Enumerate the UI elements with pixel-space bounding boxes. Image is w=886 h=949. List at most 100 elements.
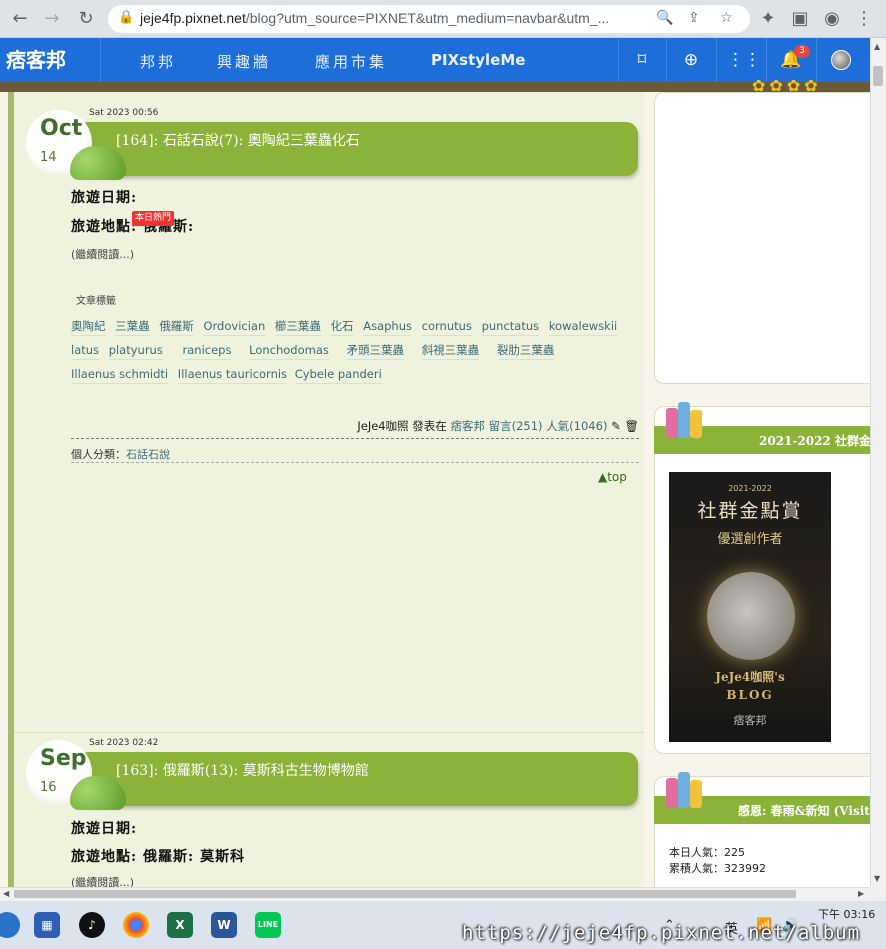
tag-link[interactable]: cornutus <box>421 318 472 336</box>
category-link[interactable]: 石話石說 <box>126 448 170 461</box>
tag-link[interactable]: 矛頭三葉蟲 <box>346 342 405 360</box>
url-text[interactable]: jeje4fp.pixnet.net/blog?utm_source=PIXNE… <box>140 10 609 26</box>
post-month: Sep <box>40 746 87 771</box>
date-badge: Oct 14 <box>26 110 126 186</box>
post-day: 16 <box>40 780 57 795</box>
vertical-scrollbar[interactable] <box>870 38 886 887</box>
excel-icon[interactable]: X <box>167 912 193 938</box>
tag-link[interactable]: platyurus <box>108 342 163 360</box>
tag-link[interactable]: punctatus <box>481 318 540 336</box>
tag-link[interactable]: Lonchodomas <box>249 342 329 360</box>
back-arrow-icon[interactable]: ← <box>8 7 32 31</box>
tag-link[interactable]: 三葉蟲 <box>115 318 150 336</box>
tags-heading: 文章標籤 <box>76 296 116 307</box>
nav-link-bangbang[interactable]: 邦邦 <box>140 51 176 72</box>
tag-link[interactable]: Illaenus tauricornis <box>177 366 288 384</box>
nav-link-app-market[interactable]: 應用市集 <box>315 51 387 72</box>
browser-toolbar: ← → ↻ 🔒 jeje4fp.pixnet.net/blog?utm_sour… <box>0 0 886 38</box>
post-month: Oct <box>40 116 83 141</box>
bottles-decoration-icon <box>664 398 704 444</box>
award-image[interactable]: 2021-2022 社群金點賞 優選創作者 JeJe4咖照's BLOG 痞客邦 <box>669 472 831 742</box>
word-icon[interactable]: W <box>211 912 237 938</box>
taskbar-clock[interactable]: 下午 03:16 <box>818 908 875 922</box>
award-blog-word: BLOG <box>726 688 774 702</box>
date-badge: Sep 16 <box>26 740 126 816</box>
tag-link[interactable]: 斜視三葉蟲 <box>421 342 480 360</box>
award-subtitle: 優選創作者 <box>717 532 783 547</box>
pixnet-navbar: 痞客邦 邦邦 興趣牆 應用市集 PIXstyleMe ⌑ ⊕ ⋮⋮ 🔔 <box>0 38 870 82</box>
award-title: 社群金點賞 <box>697 500 803 522</box>
nav-link-pixstyleme[interactable]: PIXstyleMe <box>431 51 525 69</box>
pixnet-logo[interactable]: 痞客邦 <box>6 47 74 73</box>
hot-today-badge[interactable]: 本日熱門 <box>132 211 175 226</box>
tag-link[interactable]: 裂肋三葉蟲 <box>496 342 555 360</box>
scroll-right-arrow-icon[interactable]: ▶ <box>858 889 864 898</box>
bush-decoration-icon <box>70 776 126 810</box>
tag-link[interactable]: 俄羅斯 <box>159 318 194 336</box>
comments-link[interactable]: 留言(251) <box>489 419 543 433</box>
trash-icon[interactable]: 🗑 <box>624 419 639 433</box>
apps-grid-icon[interactable]: ⋮⋮ <box>727 46 761 74</box>
tag-link[interactable]: Illaenus schmidti <box>71 366 169 384</box>
posted-at-label: 發表在 <box>412 419 447 433</box>
bookmark-icon[interactable]: ⌑ <box>628 46 656 74</box>
store-icon[interactable]: ▦ <box>34 912 60 938</box>
sidebar-widget-top <box>654 92 870 384</box>
explore-icon[interactable]: ⊕ <box>677 46 705 74</box>
read-more-link[interactable]: (繼續閱讀...) <box>71 874 134 887</box>
tag-link[interactable]: latus <box>71 342 100 360</box>
travel-date-label: 旅遊日期: <box>71 190 138 206</box>
forward-arrow-icon[interactable]: → <box>40 7 64 31</box>
tag-link[interactable]: Cybele panderi <box>294 366 382 384</box>
total-views: 累積人氣：323992 <box>669 862 766 875</box>
scroll-left-arrow-icon[interactable]: ◀ <box>3 889 9 898</box>
bookmark-star-icon[interactable]: ☆ <box>720 10 733 26</box>
share-icon[interactable]: ⇪ <box>688 10 700 26</box>
vertical-scroll-thumb[interactable] <box>873 66 883 86</box>
visitor-stats: 本日人氣：225 累積人氣：323992 <box>669 845 766 877</box>
post-title[interactable]: [164]: 石話石說(7): 奧陶紀三葉蟲化石 <box>116 130 360 150</box>
side-panel-icon[interactable]: ▣ <box>788 7 812 31</box>
address-bar[interactable]: 🔒 jeje4fp.pixnet.net/blog?utm_source=PIX… <box>108 5 750 33</box>
post-title-bar[interactable]: [164]: 石話石說(7): 奧陶紀三葉蟲化石 <box>76 122 638 176</box>
divider <box>618 38 619 82</box>
tag-link[interactable]: raniceps <box>182 342 232 360</box>
award-blog-name: JeJe4咖照's <box>715 670 785 684</box>
tiktok-icon[interactable]: ♪ <box>79 912 105 938</box>
back-to-top-link[interactable]: ▲top <box>598 470 627 484</box>
nav-link-interest-wall[interactable]: 興趣牆 <box>217 51 271 72</box>
tag-link[interactable]: Asaphus <box>363 318 412 336</box>
tag-link[interactable]: 櫛三葉蟲 <box>274 318 321 336</box>
scroll-up-arrow-icon[interactable]: ▲ <box>874 42 880 51</box>
scroll-down-arrow-icon[interactable]: ▼ <box>874 874 880 883</box>
profile-icon[interactable]: ◉ <box>820 7 844 31</box>
tag-link[interactable]: 奧陶紀 <box>71 318 106 336</box>
search-icon[interactable]: 🔍 <box>656 10 673 26</box>
tag-link[interactable]: kowalewskii <box>548 318 618 336</box>
travel-place-label: 旅遊地點: 俄羅斯: 莫斯科 <box>71 849 246 865</box>
post-title[interactable]: [163]: 俄羅斯(13): 莫斯科古生物博物館 <box>116 760 369 780</box>
views-link[interactable]: 人氣(1046) <box>546 419 607 433</box>
bush-decoration-icon <box>70 146 126 180</box>
menu-kebab-icon[interactable]: ⋮ <box>852 7 876 31</box>
chrome-icon[interactable] <box>123 912 149 938</box>
travel-date-label: 旅遊日期: <box>71 821 138 837</box>
tag-link[interactable]: 化石 <box>330 318 354 336</box>
horizontal-scroll-thumb[interactable] <box>14 890 796 898</box>
tag-link[interactable]: Ordovician <box>203 318 266 336</box>
reload-icon[interactable]: ↻ <box>74 7 98 31</box>
edit-icon[interactable]: ✎ <box>611 419 621 433</box>
divider <box>716 38 717 82</box>
divider <box>666 38 667 82</box>
site-link[interactable]: 痞客邦 <box>450 419 485 433</box>
tag-list: 奧陶紀 三葉蟲 俄羅斯 Ordovician 櫛三葉蟲 化石 Asaphus c… <box>71 314 641 386</box>
blog-banner <box>0 82 870 92</box>
extensions-icon[interactable]: ✦ <box>756 7 780 31</box>
post-meta: JeJe4咖照 發表在 痞客邦 留言(251) 人氣(1046) ✎ 🗑 <box>71 418 639 434</box>
avatar[interactable] <box>831 50 851 70</box>
post-day: 14 <box>40 150 57 165</box>
read-more-link[interactable]: (繼續閱讀...) <box>71 246 134 262</box>
post-title-bar[interactable]: [163]: 俄羅斯(13): 莫斯科古生物博物館 <box>76 752 638 806</box>
fossil-coin-image <box>707 572 795 660</box>
line-icon[interactable]: LINE <box>255 912 281 938</box>
